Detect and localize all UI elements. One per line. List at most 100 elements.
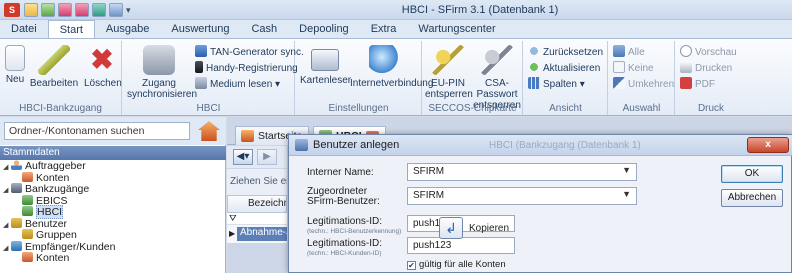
ribbon: Neu Bearbeiten ✖ Löschen HBCI-Bankzugang… <box>0 38 792 116</box>
pdf-button[interactable]: PDF <box>680 77 715 91</box>
delete-x-icon: ✖ <box>90 44 114 75</box>
zugeordneter-benutzer-label: Zugeordneter SFirm-Benutzer: <box>307 186 380 207</box>
loeschen-button[interactable]: ✖ Löschen <box>84 44 122 90</box>
vorschau-button[interactable]: Vorschau <box>680 45 737 59</box>
tree-node-gruppen[interactable]: Gruppen <box>0 229 226 241</box>
refresh-icon <box>528 61 540 73</box>
zugang-synchronisieren-button[interactable]: Zugang synchronisieren <box>127 45 197 100</box>
tree-node-empfaenger-kunden[interactable]: ◢ Empfänger/Kunden <box>0 240 226 252</box>
hbci-kunden-id-input[interactable]: push123 <box>407 237 515 254</box>
tree-node-ebics[interactable]: EBICS <box>0 194 226 206</box>
transfer-icon[interactable] <box>58 3 72 17</box>
help-icon[interactable] <box>109 3 123 17</box>
group-einstellungen: Kartenleser Internetverbindung Einstellu… <box>296 41 433 115</box>
folder-search-input[interactable]: Ordner-/Kontonamen suchen <box>4 122 190 140</box>
printer-icon <box>680 61 692 73</box>
umkehren-button[interactable]: Umkehren <box>613 77 674 91</box>
tree-node-auftraggeber[interactable]: ◢ Auftraggeber <box>0 160 226 172</box>
tab-start[interactable]: Start <box>47 20 95 38</box>
client-icon <box>11 160 22 170</box>
invert-selection-icon <box>613 77 625 89</box>
forward-button[interactable]: ▶ <box>257 149 277 165</box>
import-icon[interactable] <box>41 3 55 17</box>
column-header-bezeichnung[interactable]: Bezeichnung <box>227 195 287 213</box>
hbci-bank-icon <box>22 206 33 216</box>
tab-extra[interactable]: Extra <box>360 20 408 38</box>
sfirm-logo-icon[interactable]: S <box>4 3 20 17</box>
tree-node-bankzugaenge[interactable]: ◢ Bankzugänge <box>0 183 226 195</box>
statement-icon[interactable] <box>75 3 89 17</box>
silver-key-icon <box>481 45 513 75</box>
pencil-icon <box>38 45 70 75</box>
abbrechen-button[interactable]: Abbrechen <box>721 189 783 207</box>
sfirm-benutzer-select[interactable]: SFIRM ▼ <box>407 187 637 205</box>
group-hbci-bankzugang: Neu Bearbeiten ✖ Löschen HBCI-Bankzugang <box>0 41 122 115</box>
card-reader-icon <box>195 77 207 89</box>
kartenleser-button[interactable]: Kartenleser <box>300 45 351 86</box>
gold-key-icon <box>432 45 464 75</box>
interner-name-label: Interner Name: <box>307 167 374 178</box>
table-row[interactable]: ▶ Abnahme-Ja <box>227 225 287 243</box>
tab-auswertung[interactable]: Auswertung <box>160 20 240 38</box>
tab-depooling[interactable]: Depooling <box>288 20 360 38</box>
dropdown-arrow-icon: ▼ <box>622 165 631 175</box>
kopieren-button[interactable]: ↲ <box>439 217 463 239</box>
pdf-icon <box>680 77 692 89</box>
recipient-icon <box>11 240 22 251</box>
bearbeiten-button[interactable]: Bearbeiten <box>28 45 80 89</box>
group-label-einstellungen: Einstellungen <box>328 103 389 114</box>
tab-datei[interactable]: Datei <box>0 20 48 38</box>
group-label-druck: Druck <box>697 103 725 114</box>
customize-arrow-icon[interactable]: ▾ <box>126 3 134 17</box>
gueltig-checkbox[interactable]: ✔ <box>407 261 416 270</box>
tan-generator-sync-button[interactable]: TAN-Generator sync. <box>195 45 304 59</box>
row-pointer-icon: ▶ <box>229 229 236 238</box>
gueltig-fuer-alle-konten-row[interactable]: ✔ gültig für alle Konten <box>407 259 506 270</box>
group-by-hint: Ziehen Sie eine <box>227 169 287 195</box>
drucken-button[interactable]: Drucken <box>680 61 732 75</box>
mobile-phone-icon <box>195 61 203 73</box>
new-document-icon <box>5 45 25 71</box>
tree-node-hbci[interactable]: HBCI <box>0 205 226 219</box>
navigation-pane: Ordner-/Kontonamen suchen Stammdaten ◢ Au… <box>0 117 226 273</box>
spalten-button[interactable]: Spalten ▾ <box>528 77 585 91</box>
group-label-hbci-bankzugang: HBCI-Bankzugang <box>19 103 102 114</box>
eu-pin-entsperren-button[interactable]: EU-PIN entsperren <box>425 45 473 100</box>
interner-name-select[interactable]: SFIRM ▼ <box>407 163 637 181</box>
back-button[interactable]: ◀▾ <box>233 149 253 165</box>
alle-button[interactable]: Alle <box>613 45 645 59</box>
close-dialog-button[interactable]: x <box>747 137 789 153</box>
group-label-auswahl: Auswahl <box>622 103 661 114</box>
access-sync-icon <box>143 45 175 75</box>
reset-icon <box>528 45 540 57</box>
csa-passwort-entsperren-button[interactable]: CSA-Passwort entsperren <box>471 45 523 111</box>
folder-icon[interactable] <box>24 3 38 17</box>
aktualisieren-button[interactable]: Aktualisieren <box>528 61 600 75</box>
folder-tree: ◢ Auftraggeber Konten ◢ Bankzugänge EBICS … <box>0 160 226 264</box>
tab-ausgabe[interactable]: Ausgabe <box>95 20 160 38</box>
group-label-seccos: SECCOS-Chipkarte <box>428 103 517 114</box>
internetverbindung-button[interactable]: Internetverbindung <box>350 45 433 89</box>
title-bar: S ▾ HBCI - SFirm 3.1 (Datenbank 1) <box>0 0 792 20</box>
filter-row[interactable]: ⛛ <box>227 213 287 225</box>
account-icon <box>22 171 33 182</box>
ribbon-tabs: Datei Start Ausgabe Auswertung Cash Depo… <box>0 20 792 38</box>
handy-registrierung-button[interactable]: Handy-Registrierung <box>195 61 298 75</box>
ok-button[interactable]: OK <box>721 165 783 183</box>
zuruecksetzen-button[interactable]: Zurücksetzen <box>528 45 603 59</box>
neu-button[interactable]: Neu <box>4 45 26 85</box>
home-icon <box>241 130 254 142</box>
tab-cash[interactable]: Cash <box>240 20 288 38</box>
legitimations-id-label: Legitimations-ID: (techn.: HBCI-Benutzer… <box>307 216 402 236</box>
group-seccos: EU-PIN entsperren CSA-Passwort entsperre… <box>423 41 523 115</box>
keine-button[interactable]: Keine <box>613 61 654 75</box>
tree-node-benutzer[interactable]: ◢ Benutzer <box>0 217 226 229</box>
tree-node-konten-auftraggeber[interactable]: Konten <box>0 171 226 183</box>
tab-wartungscenter[interactable]: Wartungscenter <box>407 20 506 38</box>
medium-lesen-button[interactable]: Medium lesen ▾ <box>195 77 280 91</box>
tree-node-konten-empfaenger[interactable]: Konten <box>0 252 226 264</box>
sync-icon[interactable] <box>92 3 106 17</box>
select-all-icon <box>613 45 625 57</box>
home-icon[interactable] <box>198 121 220 141</box>
columns-icon <box>528 77 540 89</box>
